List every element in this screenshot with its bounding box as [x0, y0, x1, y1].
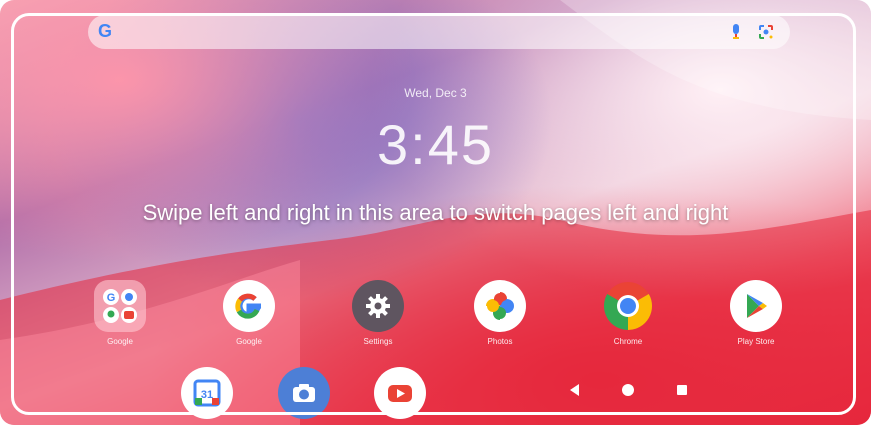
- app-label: Chrome: [613, 337, 643, 346]
- app-chrome[interactable]: Chrome: [583, 280, 673, 346]
- gear-icon: [352, 280, 404, 332]
- google-icon: [223, 280, 275, 332]
- clock: 3:45: [377, 113, 494, 176]
- app-label: Google: [107, 337, 133, 346]
- app-label: Play Store: [737, 337, 775, 346]
- date-label: Wed, Dec 3: [404, 86, 467, 100]
- back-icon[interactable]: [568, 383, 582, 397]
- play-store-icon: [730, 280, 782, 332]
- camera-app[interactable]: [278, 367, 330, 419]
- search-bar[interactable]: G: [88, 15, 790, 49]
- app-label: Google: [236, 337, 262, 346]
- app-settings[interactable]: Settings: [333, 280, 423, 346]
- calendar-day: 31: [201, 389, 213, 401]
- app-photos[interactable]: Photos: [455, 280, 545, 346]
- home-screen[interactable]: G Wed, Dec 3 3:45 Swipe left and right i…: [0, 0, 871, 425]
- svg-text:G: G: [107, 292, 116, 304]
- app-label: Photos: [487, 337, 513, 346]
- app-google[interactable]: Google: [204, 280, 294, 346]
- app-google-folder[interactable]: G Google: [75, 280, 165, 346]
- calendar-icon: 31: [193, 379, 221, 407]
- camera-icon: [293, 384, 315, 402]
- microphone-icon[interactable]: [732, 24, 740, 40]
- home-icon[interactable]: [621, 383, 635, 397]
- app-play-store[interactable]: Play Store: [711, 280, 801, 346]
- recents-icon[interactable]: [676, 384, 688, 396]
- google-folder-icon: G: [94, 280, 146, 332]
- chrome-icon: [602, 280, 654, 332]
- youtube-icon: [388, 385, 412, 402]
- lens-icon[interactable]: [758, 24, 774, 40]
- swipe-instruction: Swipe left and right in this area to swi…: [142, 200, 729, 225]
- calendar-app[interactable]: 31: [181, 367, 233, 419]
- app-label: Settings: [363, 337, 393, 346]
- photos-icon: [474, 280, 526, 332]
- youtube-app[interactable]: [374, 367, 426, 419]
- google-logo-icon: G: [98, 21, 113, 41]
